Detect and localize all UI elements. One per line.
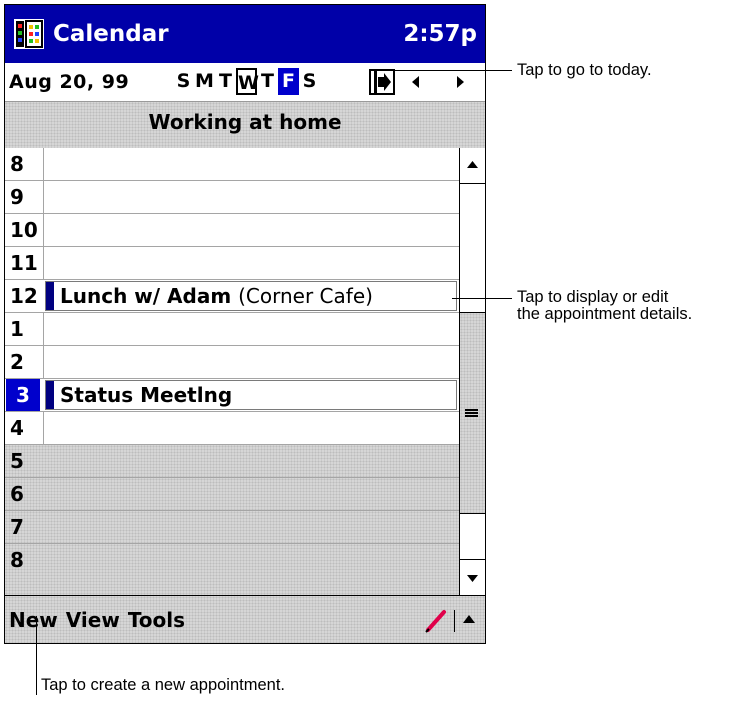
appointment-location: (Corner Cafe)	[238, 284, 373, 308]
weekday-sat[interactable]: S	[299, 68, 320, 95]
hour-label: 8	[10, 548, 24, 572]
week-day-selector: S M T W T F S	[173, 68, 320, 95]
vertical-scrollbar[interactable]	[459, 148, 485, 595]
scroll-thumb[interactable]	[460, 312, 485, 514]
hour-row-6pm[interactable]: 6	[5, 478, 459, 511]
input-panel-up-icon[interactable]	[461, 612, 477, 628]
callout-go-to-today: Tap to go to today.	[517, 61, 652, 79]
callout-appointment-details-1: Tap to display or edit	[517, 288, 669, 306]
hour-row-8am[interactable]: 8	[5, 148, 459, 181]
clock[interactable]: 2:57p	[403, 18, 477, 50]
title-bar: Calendar 2:57p	[5, 5, 485, 63]
hour-label: 2	[10, 350, 24, 374]
app-title: Calendar	[53, 21, 169, 47]
calendar-screen: Calendar 2:57p Aug 20, 99 S M T W T F S …	[4, 4, 486, 644]
command-bar: New View Tools	[5, 595, 485, 643]
menu-new[interactable]: New	[9, 596, 58, 644]
go-to-today-icon[interactable]	[369, 69, 395, 95]
hour-label: 7	[10, 515, 24, 539]
hour-row-12pm: 12 Lunch w/ Adam (Corner Cafe)	[5, 280, 459, 313]
all-day-banner[interactable]: Working at home	[5, 102, 485, 149]
weekday-sun[interactable]: S	[173, 68, 194, 95]
appointment-lunch[interactable]: Lunch w/ Adam (Corner Cafe)	[45, 281, 457, 311]
callout-appointment-details-2: the appointment details.	[517, 305, 693, 323]
appointment-status-meeting[interactable]: Status Meetlng	[45, 380, 457, 410]
menu-tools[interactable]: Tools	[128, 596, 185, 644]
weekday-tue[interactable]: T	[215, 68, 236, 95]
hour-label-current: 3	[6, 379, 40, 411]
weekday-thu[interactable]: T	[257, 68, 278, 95]
hour-row-1pm[interactable]: 1	[5, 313, 459, 346]
hour-label: 10	[10, 218, 38, 242]
calendar-app-icon	[14, 19, 44, 49]
right-arrow-icon[interactable]	[449, 71, 471, 93]
current-date[interactable]: Aug 20, 99	[9, 70, 129, 94]
appointment-marker	[46, 381, 54, 409]
weekday-wed-today[interactable]: W	[236, 68, 259, 95]
hour-label: 6	[10, 482, 24, 506]
hour-label: 9	[10, 185, 24, 209]
hour-label: 11	[10, 251, 38, 275]
weekday-mon[interactable]: M	[194, 68, 215, 95]
hour-row-7pm[interactable]: 7	[5, 511, 459, 544]
scroll-up-button[interactable]	[460, 148, 485, 184]
hour-row-8pm[interactable]: 8	[5, 544, 459, 595]
callout-new-appointment: Tap to create a new appointment.	[41, 676, 285, 694]
hour-row-4pm[interactable]: 4	[5, 412, 459, 445]
left-arrow-icon[interactable]	[405, 71, 427, 93]
hour-label: 5	[10, 449, 24, 473]
scroll-down-arrow-icon	[467, 575, 478, 582]
menu-view[interactable]: View	[66, 596, 120, 644]
hour-label: 4	[10, 416, 24, 440]
hour-label: 12	[10, 284, 38, 308]
hour-row-10am[interactable]: 10	[5, 214, 459, 247]
pen-icon[interactable]	[423, 608, 449, 634]
appointment-title: Status Meetlng	[60, 383, 233, 407]
hour-row-11am[interactable]: 11	[5, 247, 459, 280]
appointment-title: Lunch w/ Adam	[60, 284, 232, 308]
separator	[454, 610, 455, 632]
weekday-fri-selected[interactable]: F	[278, 68, 299, 95]
callout-line-today	[372, 70, 512, 71]
scroll-up-arrow-icon	[467, 161, 478, 168]
hour-row-3pm: 3 Status Meetlng	[5, 379, 459, 412]
callout-line-details	[452, 298, 512, 299]
grip-icon	[465, 409, 478, 417]
appointment-marker	[46, 282, 54, 310]
hour-row-5pm[interactable]: 5	[5, 445, 459, 478]
callout-line-new	[36, 616, 37, 695]
scroll-down-button[interactable]	[460, 559, 485, 595]
day-agenda: 8 9 10 11 12 Lunch w/ Adam (Corner Cafe)…	[5, 148, 459, 595]
date-bar: Aug 20, 99 S M T W T F S	[5, 63, 485, 102]
hour-row-9am[interactable]: 9	[5, 181, 459, 214]
hour-row-2pm[interactable]: 2	[5, 346, 459, 379]
hour-label: 8	[10, 152, 24, 176]
hour-label: 1	[10, 317, 24, 341]
